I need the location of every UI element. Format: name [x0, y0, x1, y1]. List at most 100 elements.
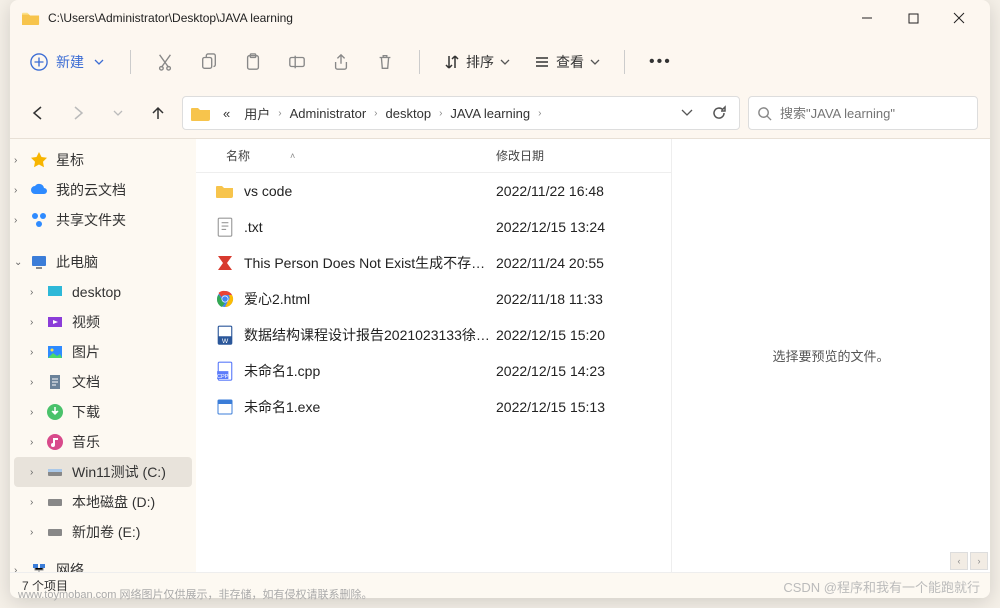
address-bar[interactable]: « 用户 › Administrator › desktop › JAVA le… [182, 96, 740, 130]
sidebar-item-network[interactable]: ›网络 [10, 555, 196, 572]
sort-button[interactable]: 排序 [434, 46, 520, 78]
new-button[interactable]: 新建 [18, 46, 116, 78]
cloud-icon [30, 181, 48, 199]
file-date: 2022/11/24 20:55 [496, 255, 671, 271]
sort-icon [444, 54, 460, 70]
file-list: 名称˄ 修改日期 vs code 2022/11/22 16:48 .txt 2… [196, 139, 671, 572]
chevron-right-icon[interactable]: › [278, 108, 281, 119]
toolbar: 新建 排序 查看 ••• [10, 36, 990, 88]
sidebar-item-downloads[interactable]: ›下载 [10, 397, 196, 427]
sidebar-item-locald[interactable]: ›本地磁盘 (D:) [10, 487, 196, 517]
breadcrumb[interactable]: JAVA learning [444, 102, 536, 125]
folder-icon [22, 11, 40, 25]
view-icon [534, 54, 550, 70]
chevron-right-icon[interactable]: › [439, 108, 442, 119]
sidebar-item-newe[interactable]: ›新加卷 (E:) [10, 517, 196, 547]
file-name: vs code [244, 183, 292, 199]
window-controls [844, 2, 982, 34]
paste-button[interactable] [233, 44, 273, 80]
sidebar-item-documents[interactable]: ›文档 [10, 367, 196, 397]
sidebar-item-desktop[interactable]: ›desktop [10, 277, 196, 307]
close-button[interactable] [936, 2, 982, 34]
back-button[interactable] [22, 97, 54, 129]
explorer-window: C:\Users\Administrator\Desktop\JAVA lear… [10, 0, 990, 598]
sidebar-item-thispc[interactable]: ⌄此电脑 [10, 247, 196, 277]
view-button[interactable]: 查看 [524, 46, 610, 78]
up-button[interactable] [142, 97, 174, 129]
chevron-down-icon [94, 59, 104, 65]
sort-asc-icon: ˄ [290, 151, 295, 161]
recent-button[interactable] [102, 97, 134, 129]
file-row[interactable]: This Person Does Not Exist生成不存在... 2022/… [196, 245, 671, 281]
file-row[interactable]: vs code 2022/11/22 16:48 [196, 173, 671, 209]
file-rows: vs code 2022/11/22 16:48 .txt 2022/12/15… [196, 173, 671, 572]
separator [624, 50, 625, 74]
chevron-down-icon [590, 59, 600, 65]
search-input[interactable] [780, 106, 969, 121]
documents-icon [46, 373, 64, 391]
more-button[interactable]: ••• [639, 47, 682, 77]
folder-icon [191, 105, 211, 121]
network-icon [30, 561, 48, 572]
music-icon [46, 433, 64, 451]
file-area: 名称˄ 修改日期 vs code 2022/11/22 16:48 .txt 2… [196, 139, 990, 572]
share-icon [30, 211, 48, 229]
search-icon [757, 106, 772, 121]
sidebar-item-star[interactable]: ›星标 [10, 145, 196, 175]
watermark-csdn: CSDN @程序和我有一个能跑就行 [783, 577, 980, 596]
dropdown-button[interactable] [671, 98, 703, 128]
rename-button[interactable] [277, 44, 317, 80]
breadcrumb[interactable]: Administrator [284, 102, 373, 125]
file-row[interactable]: 未命名1.exe 2022/12/15 15:13 [196, 389, 671, 425]
file-row[interactable]: W 数据结构课程设计报告2021023133徐毅... 2022/12/15 1… [196, 317, 671, 353]
breadcrumb[interactable]: « [217, 102, 236, 125]
refresh-button[interactable] [703, 98, 735, 128]
sidebar-item-pictures[interactable]: ›图片 [10, 337, 196, 367]
minimize-button[interactable] [844, 2, 890, 34]
file-name: 未命名1.cpp [244, 361, 320, 381]
sidebar-item-cloud[interactable]: ›我的云文档 [10, 175, 196, 205]
list-header: 名称˄ 修改日期 [196, 139, 671, 173]
sidebar-item-music[interactable]: ›音乐 [10, 427, 196, 457]
svg-text:W: W [222, 338, 229, 345]
view-label: 查看 [556, 52, 584, 72]
delete-button[interactable] [365, 44, 405, 80]
sidebar: ›星标 ›我的云文档 ›共享文件夹 ⌄此电脑 ›desktop ›视频 ›图片 … [10, 139, 196, 572]
copy-button[interactable] [189, 44, 229, 80]
chevron-down-icon [500, 59, 510, 65]
watermark: www.toymoban.com 网络图片仅供展示，非存储，如有侵权请联系删除。 [18, 586, 372, 602]
file-row[interactable]: 爱心2.html 2022/11/18 11:33 [196, 281, 671, 317]
sidebar-item-share[interactable]: ›共享文件夹 [10, 205, 196, 235]
forward-button[interactable] [62, 97, 94, 129]
sidebar-item-video[interactable]: ›视频 [10, 307, 196, 337]
column-date[interactable]: 修改日期 [496, 147, 671, 164]
separator [419, 50, 420, 74]
cut-button[interactable] [145, 44, 185, 80]
drive-icon [46, 523, 64, 541]
plus-circle-icon [30, 53, 48, 71]
folder-icon [216, 182, 234, 200]
file-name: 未命名1.exe [244, 397, 320, 417]
chevron-right-icon[interactable]: › [374, 108, 377, 119]
file-name: This Person Does Not Exist生成不存在... [244, 253, 494, 273]
sidebar-item-win11[interactable]: ›Win11测试 (C:) [14, 457, 192, 487]
breadcrumb[interactable]: desktop [380, 102, 438, 125]
file-row[interactable]: CPP 未命名1.cpp 2022/12/15 14:23 [196, 353, 671, 389]
titlebar[interactable]: C:\Users\Administrator\Desktop\JAVA lear… [10, 0, 990, 36]
star-icon [30, 151, 48, 169]
share-button[interactable] [321, 44, 361, 80]
file-date: 2022/12/15 15:13 [496, 399, 671, 415]
chevron-right-icon[interactable]: › [538, 108, 541, 119]
column-name[interactable]: 名称˄ [196, 147, 496, 164]
file-row[interactable]: .txt 2022/12/15 13:24 [196, 209, 671, 245]
navigation-row: « 用户 › Administrator › desktop › JAVA le… [10, 88, 990, 138]
scroll-right-button[interactable]: › [970, 552, 988, 570]
new-label: 新建 [56, 52, 84, 72]
scroll-left-button[interactable]: ‹ [950, 552, 968, 570]
content-area: ›星标 ›我的云文档 ›共享文件夹 ⌄此电脑 ›desktop ›视频 ›图片 … [10, 138, 990, 572]
pc-icon [30, 253, 48, 271]
search-box[interactable] [748, 96, 978, 130]
breadcrumb[interactable]: 用户 [238, 100, 276, 127]
maximize-button[interactable] [890, 2, 936, 34]
separator [130, 50, 131, 74]
